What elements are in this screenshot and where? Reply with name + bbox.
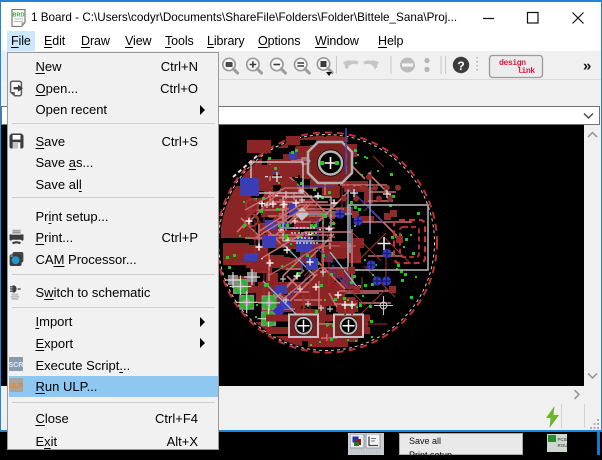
svg-text:?: ?: [457, 59, 464, 73]
svg-text:»: »: [583, 58, 591, 75]
svg-text:SCR: SCR: [9, 362, 23, 369]
svg-text:link: link: [517, 66, 535, 76]
svg-text:PCB: PCB: [558, 437, 567, 442]
svg-text:ULP: ULP: [9, 383, 23, 390]
svg-text:ROUTE: ROUTE: [558, 443, 568, 448]
